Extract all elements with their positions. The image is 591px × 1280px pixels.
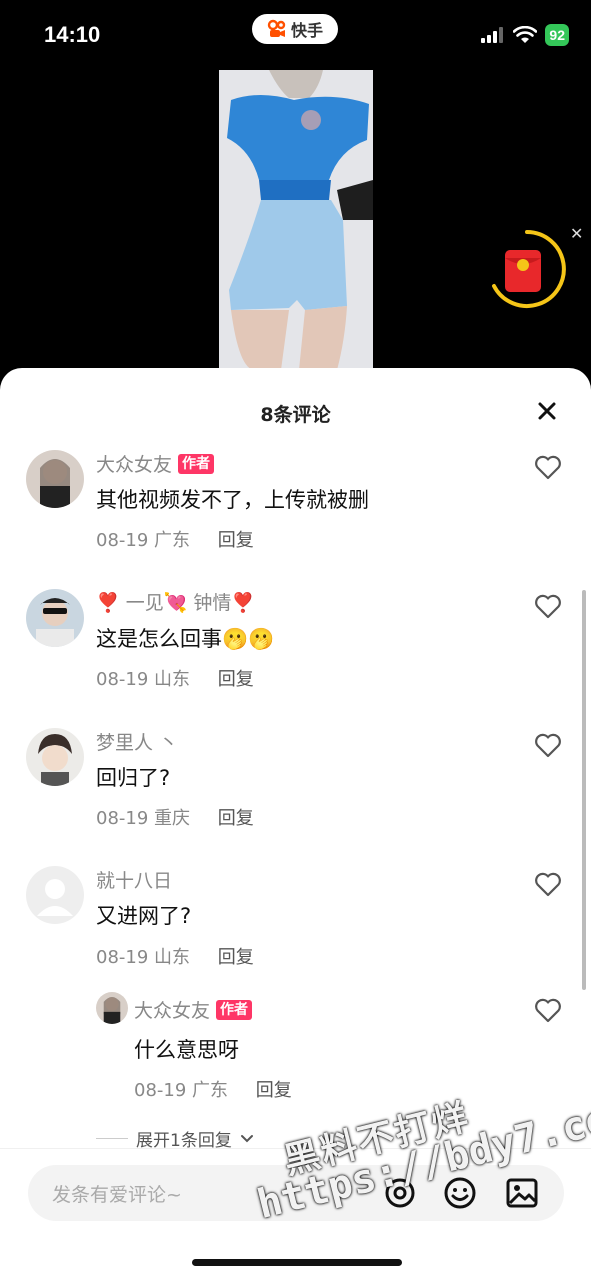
signal-icon [481, 27, 504, 43]
reply-button[interactable]: 回复 [218, 669, 254, 690]
home-indicator[interactable] [192, 1259, 402, 1266]
comment-meta: 08-19 广东 回复 [96, 530, 254, 551]
avatar[interactable] [26, 450, 84, 508]
reply-button[interactable]: 回复 [218, 530, 254, 551]
comment-username[interactable]: 大众女友 作者 [96, 450, 215, 477]
comment-username[interactable]: 就十八日 [96, 866, 172, 893]
reply-text[interactable]: 什么意思呀 [134, 1034, 239, 1064]
comments-count-title: 8条评论 [260, 404, 331, 426]
wifi-icon [513, 26, 538, 43]
comment-username[interactable]: 梦里人 丶 [96, 728, 178, 755]
battery-indicator: 92 [545, 24, 569, 46]
comment-text[interactable]: 回归了? [96, 762, 170, 792]
avatar[interactable] [26, 589, 84, 647]
video-frame-image [219, 70, 373, 370]
scrollbar[interactable] [582, 590, 586, 990]
divider [96, 1138, 128, 1139]
comment-text[interactable]: 又进网了? [96, 900, 191, 930]
red-packet-close-icon[interactable]: ✕ [570, 224, 583, 243]
like-heart-icon[interactable] [534, 454, 562, 480]
close-icon [538, 402, 556, 420]
status-bar: 14:10 快手 92 [0, 0, 591, 70]
comment-username[interactable]: ❣️ 一见💘 钟情❣️ [96, 588, 255, 615]
reply-username[interactable]: 大众女友 作者 [134, 996, 253, 1023]
red-packet-icon [492, 230, 566, 308]
like-heart-icon[interactable] [534, 732, 562, 758]
author-badge: 作者 [178, 453, 215, 474]
like-heart-icon[interactable] [534, 593, 562, 619]
app-name: 快手 [290, 21, 323, 40]
reply-button[interactable]: 回复 [218, 947, 254, 968]
close-comments-button[interactable] [534, 398, 560, 424]
back-to-app-pill[interactable]: 快手 [252, 14, 338, 44]
kuaishou-logo-icon [267, 19, 286, 37]
like-heart-icon[interactable] [534, 871, 562, 897]
red-packet-widget[interactable] [486, 228, 568, 310]
reply-button[interactable]: 回复 [218, 808, 254, 829]
status-time: 14:10 [44, 22, 101, 47]
avatar[interactable] [96, 992, 128, 1024]
avatar[interactable] [26, 866, 84, 924]
author-badge: 作者 [216, 999, 253, 1020]
comment-text[interactable]: 其他视频发不了，上传就被删 [96, 484, 369, 514]
comment-meta: 08-19 重庆 回复 [96, 808, 254, 829]
comment-text[interactable]: 这是怎么回事🫢🫢 [96, 623, 274, 653]
comment-input-placeholder: 发条有爱评论~ [52, 1184, 182, 1206]
default-avatar-icon [26, 866, 84, 924]
comment-meta: 08-19 山东 回复 [96, 947, 254, 968]
video-preview[interactable] [219, 70, 373, 370]
avatar[interactable] [26, 728, 84, 786]
comment-meta: 08-19 山东 回复 [96, 669, 254, 690]
